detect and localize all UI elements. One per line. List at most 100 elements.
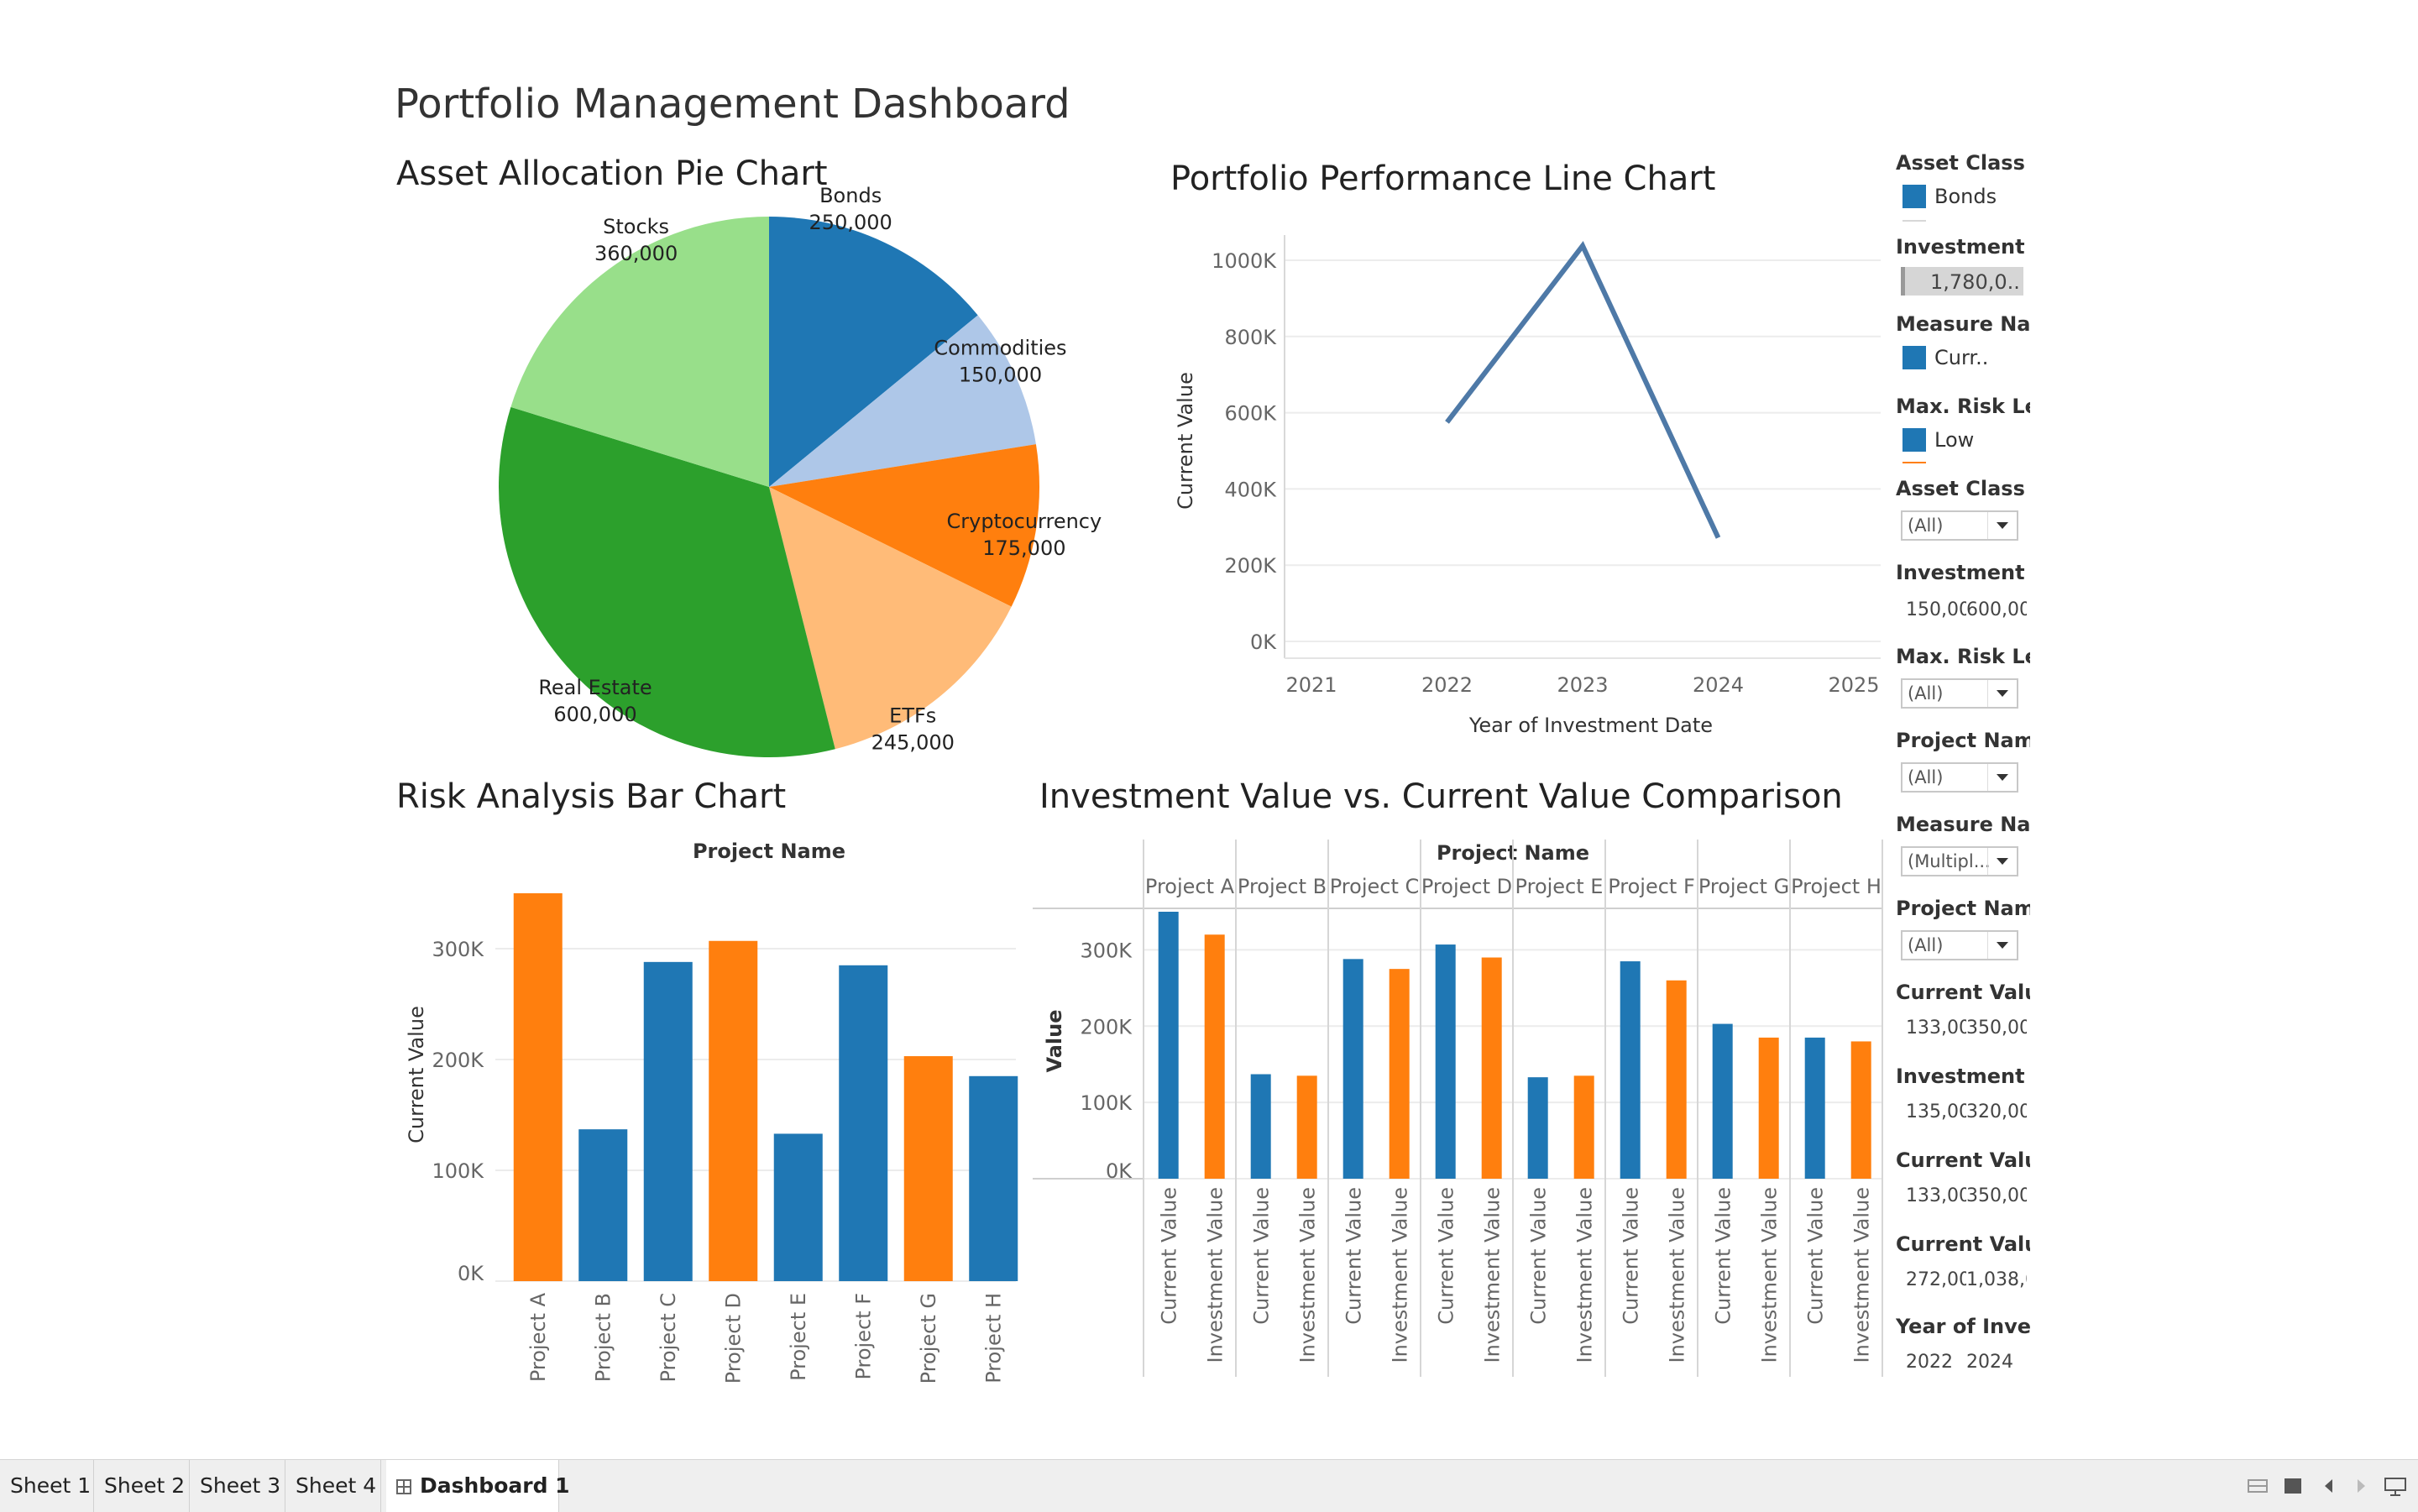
range-max: 350,000 xyxy=(1966,1185,2027,1206)
asset-allocation-pie-chart: Bonds 250,000 Commodities 150,000 Cryptocurr… xyxy=(498,184,1102,758)
measure-names-dropdown[interactable]: (Multipl... xyxy=(1901,846,2018,876)
cmp-bar-project-h-investment-value xyxy=(1850,1041,1871,1179)
tab-sheet-1[interactable]: Sheet 1 xyxy=(0,1460,94,1512)
investment-slider-value: 1,780,0.. xyxy=(1930,270,2020,294)
cmp-bar-project-c-investment-value xyxy=(1389,969,1410,1179)
legend-risk-title: Max. Risk Le.. xyxy=(1896,395,2030,418)
cmp-bar-project-d-current-value xyxy=(1435,944,1456,1179)
cmp-measure-label: Investment Value xyxy=(1758,1187,1782,1363)
investment-size-slider[interactable]: 1,780,0.. xyxy=(1901,267,2023,296)
cmp-y-tick: 0K xyxy=(1106,1159,1133,1183)
risk-x-tick-project-a: Project A xyxy=(526,1292,550,1382)
chevron-down-icon[interactable] xyxy=(1987,848,2017,875)
range-min: 133,000 xyxy=(1906,1185,1966,1206)
risk-x-tick-project-g: Project G xyxy=(917,1293,940,1384)
year-investment-filter-title: Year of Inve.. xyxy=(1896,1315,2030,1338)
cmp-measure-label: Investment Value xyxy=(1666,1187,1689,1363)
line-y-tick: 200K xyxy=(1224,554,1277,578)
legend-asset-class-title: Asset Class xyxy=(1896,151,2025,175)
legend-swatch-current[interactable] xyxy=(1902,346,1926,369)
cmp-bar-project-e-investment-value xyxy=(1573,1075,1594,1179)
line-series-current-value xyxy=(1445,240,1721,539)
portfolio-performance-line-chart: 0K 200K 400K 600K 800K 1000K 2021 2022 2023 2024 2… xyxy=(1174,235,1881,737)
range-min: 133,000 xyxy=(1906,1018,1966,1039)
cmp-measure-label: Current Value xyxy=(1158,1187,1181,1325)
investment-range-values[interactable]: 150,000600,000 xyxy=(1906,599,2032,620)
range-max: 320,000 xyxy=(1966,1101,2027,1122)
cmp-y-tick: 200K xyxy=(1080,1015,1133,1039)
current-value-range-2[interactable]: 133,000350,000 xyxy=(1906,1185,2032,1206)
chevron-down-icon[interactable] xyxy=(1987,512,2017,539)
year-investment-range[interactable]: 2022 2024 xyxy=(1906,1352,2032,1373)
investment-range-2-values[interactable]: 135,000320,000 xyxy=(1906,1101,2032,1122)
cmp-project-header-project-e: Project E xyxy=(1515,875,1604,898)
risk-y-tick: 200K xyxy=(432,1049,484,1072)
range-min: 150,000 xyxy=(1906,599,1966,620)
project-name-filter-title: Project Name xyxy=(1896,729,2030,752)
tab-dashboard-1[interactable]: Dashboard 1 xyxy=(386,1460,570,1512)
cmp-bar-project-e-current-value xyxy=(1527,1077,1548,1179)
pie-value-etfs: 245,000 xyxy=(871,730,955,754)
line-y-tick: 800K xyxy=(1224,326,1277,349)
current-value-range-3[interactable]: 272,0001,038,000 xyxy=(1906,1269,2032,1290)
legend-item-bonds[interactable]: Bonds xyxy=(1934,185,1997,208)
current-value-range[interactable]: 133,000350,000 xyxy=(1906,1018,2032,1039)
range-max: 600,000 xyxy=(1966,599,2027,620)
line-y-tick: 0K xyxy=(1250,630,1277,654)
line-x-tick: 2021 xyxy=(1285,673,1337,697)
current-value-filter-3-title: Current Value xyxy=(1896,1232,2030,1256)
cmp-y-axis-label: Value xyxy=(1043,1009,1066,1072)
project-name-dropdown-2[interactable]: (All) xyxy=(1901,930,2018,960)
legend-item-current[interactable]: Curr.. xyxy=(1934,346,1988,369)
tab-dashboard-1-label: Dashboard 1 xyxy=(420,1473,570,1498)
cmp-bar-project-f-investment-value xyxy=(1666,980,1687,1179)
line-y-tick: 600K xyxy=(1224,402,1277,426)
risk-bar-project-e xyxy=(773,1133,823,1281)
line-y-tick: 400K xyxy=(1224,478,1277,501)
tab-sheet-2[interactable]: Sheet 2 xyxy=(94,1460,190,1512)
tab-sheet-4[interactable]: Sheet 4 xyxy=(285,1460,381,1512)
next-sheet-icon[interactable] xyxy=(2353,1475,2369,1497)
line-y-tick: 1000K xyxy=(1212,249,1277,273)
chevron-down-icon[interactable] xyxy=(1987,680,2017,707)
pie-label-bonds: Bonds xyxy=(819,184,882,207)
project-name-dropdown[interactable]: (All) xyxy=(1901,762,2018,793)
cmp-bar-project-c-current-value xyxy=(1342,959,1363,1179)
cmp-bar-project-a-current-value xyxy=(1158,912,1179,1179)
chevron-down-icon[interactable] xyxy=(1987,932,2017,959)
risk-y-tick: 100K xyxy=(432,1159,484,1183)
legend-measure-title: Measure Na.. xyxy=(1896,312,2030,336)
risk-y-axis-label: Current Value xyxy=(405,1006,428,1143)
risk-level-dropdown[interactable]: (All) xyxy=(1901,678,2018,709)
previous-sheet-icon[interactable] xyxy=(2321,1475,2337,1497)
cmp-project-header-project-d: Project D xyxy=(1421,875,1512,898)
risk-level-dropdown-value: (All) xyxy=(1908,683,1944,704)
legend-item-low[interactable]: Low xyxy=(1934,428,1974,452)
cmp-project-header-project-g: Project G xyxy=(1698,875,1789,898)
risk-bar-project-c xyxy=(643,961,693,1281)
measure-names-dropdown-value: (Multipl... xyxy=(1908,851,1991,871)
project-name-filter-2-title: Project Name xyxy=(1896,897,2030,920)
risk-bar-project-d xyxy=(709,940,758,1281)
risk-x-tick-project-b: Project B xyxy=(591,1293,615,1382)
dashboard-grid-icon xyxy=(396,1479,411,1494)
project-name-dropdown-2-value: (All) xyxy=(1908,935,1944,955)
range-max: 2024 xyxy=(1966,1352,2013,1373)
cmp-measure-label: Investment Value xyxy=(1573,1187,1597,1363)
single-view-icon[interactable] xyxy=(2282,1475,2304,1497)
presentation-mode-icon[interactable] xyxy=(2383,1475,2408,1497)
line-x-tick: 2022 xyxy=(1421,673,1473,697)
investment-range-title: Investment .. xyxy=(1896,561,2030,584)
range-max: 350,000 xyxy=(1966,1018,2027,1039)
cmp-bar-project-b-investment-value xyxy=(1296,1075,1317,1179)
tab-sheet-3[interactable]: Sheet 3 xyxy=(190,1460,285,1512)
legend-swatch-low[interactable] xyxy=(1902,428,1926,452)
grid-view-icon[interactable] xyxy=(2247,1475,2269,1497)
asset-class-dropdown[interactable]: (All) xyxy=(1901,510,2018,541)
chevron-down-icon[interactable] xyxy=(1987,764,2017,791)
legend-swatch-bonds[interactable] xyxy=(1902,185,1926,208)
pie-label-real-estate: Real Estate xyxy=(538,676,652,699)
pie-label-cryptocurrency: Cryptocurrency xyxy=(946,510,1102,533)
cmp-project-header-project-h: Project H xyxy=(1791,875,1882,898)
cmp-measure-label: Current Value xyxy=(1804,1187,1828,1325)
